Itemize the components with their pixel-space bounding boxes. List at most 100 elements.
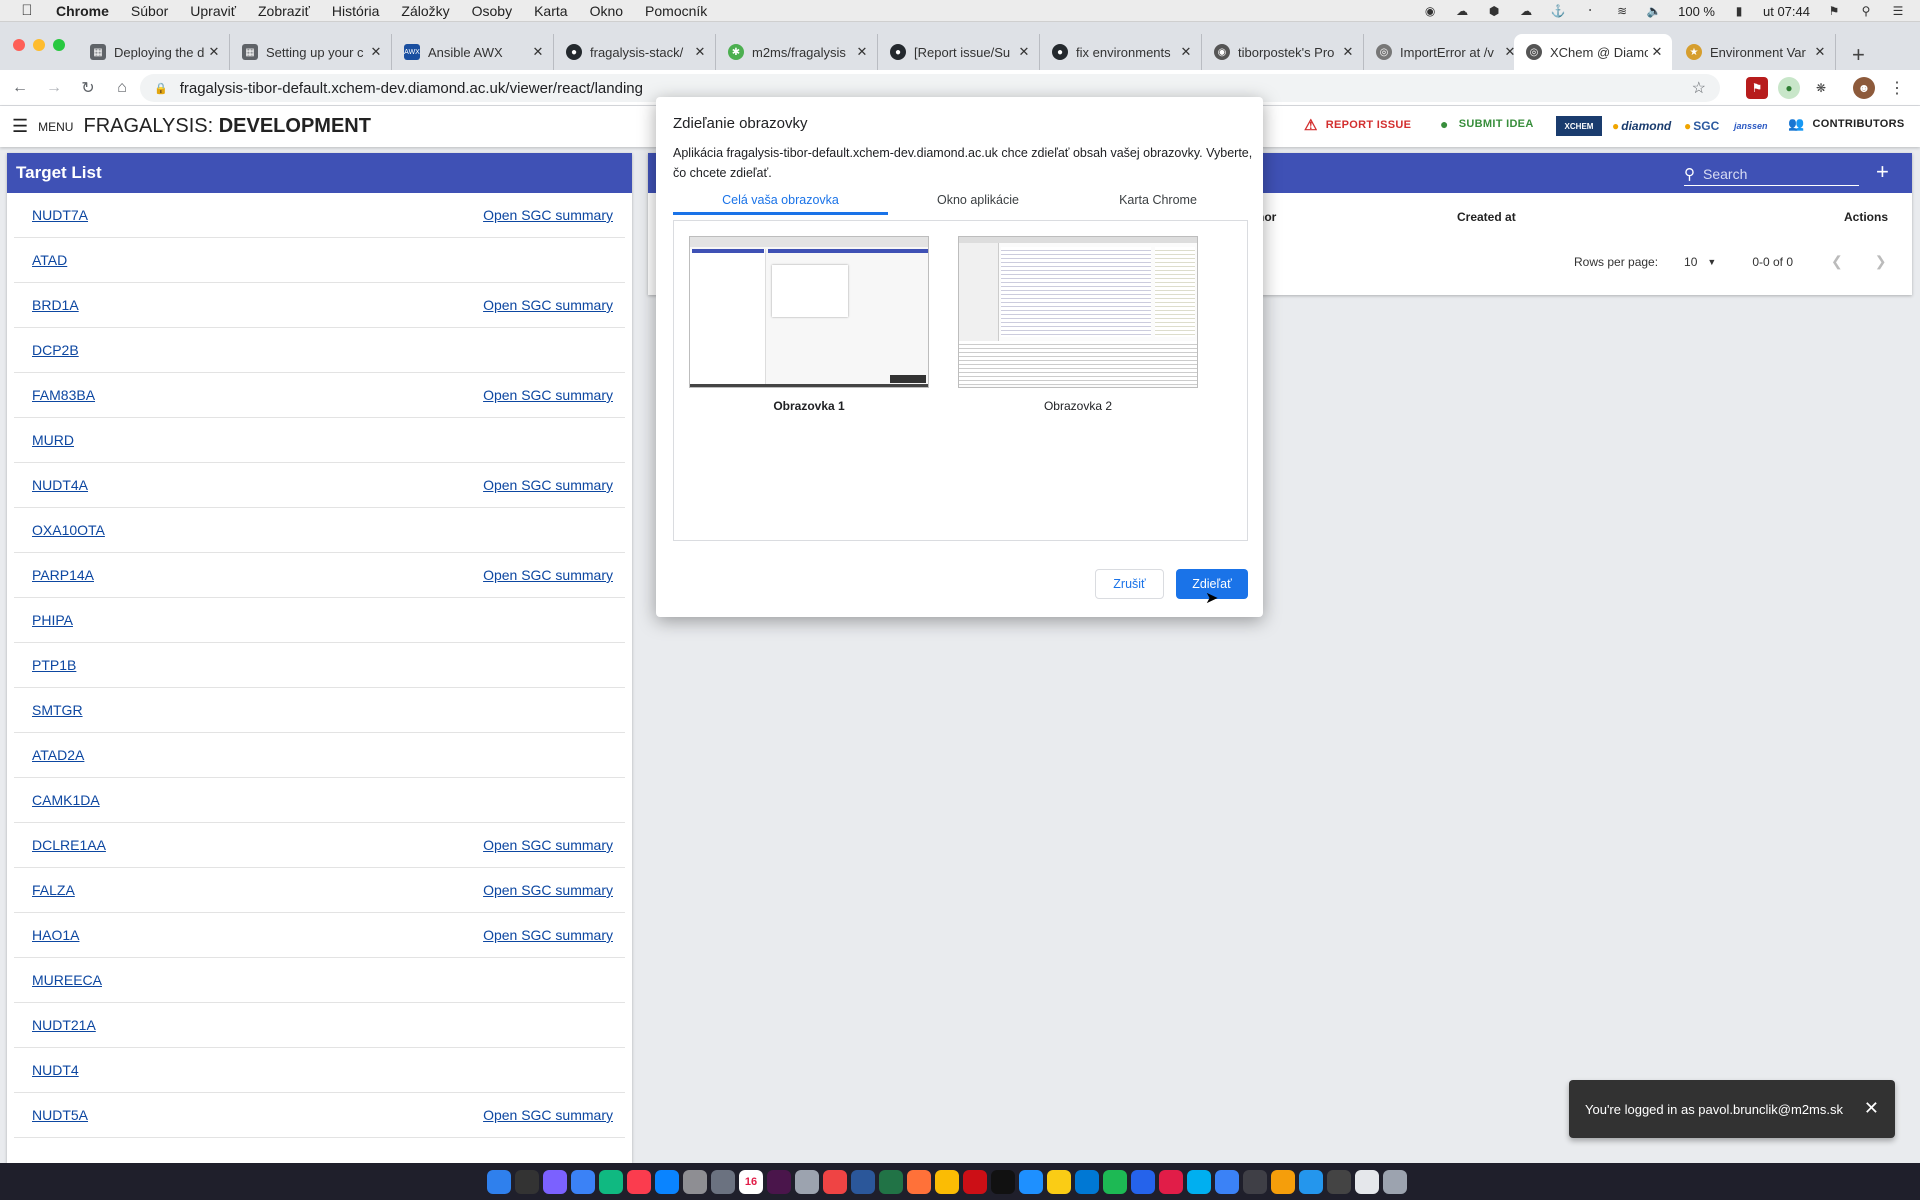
sourcetree-icon[interactable] bbox=[1131, 1170, 1155, 1194]
sequel-icon[interactable] bbox=[1271, 1170, 1295, 1194]
notes-icon[interactable] bbox=[1047, 1170, 1071, 1194]
screen-option-1[interactable]: Obrazovka 1 bbox=[689, 236, 929, 413]
tab-close-icon[interactable]: ✕ bbox=[205, 44, 223, 60]
firefox-icon[interactable] bbox=[907, 1170, 931, 1194]
browser-tab[interactable]: ◎ ImportError at /v ✕ bbox=[1364, 34, 1526, 70]
wifi-icon[interactable]: ≋ bbox=[1614, 4, 1630, 18]
avatar[interactable]: ☻ bbox=[1853, 77, 1875, 99]
vscode-icon[interactable] bbox=[1075, 1170, 1099, 1194]
browser-tab[interactable]: ✱ m2ms/fragalysis ✕ bbox=[716, 34, 878, 70]
diamond-logo[interactable]: ● diamond bbox=[1612, 116, 1671, 136]
lock-icon[interactable]: 🔒 bbox=[154, 82, 168, 95]
bluetooth-icon[interactable]: ᛫ bbox=[1582, 4, 1598, 18]
minimize-window-icon[interactable] bbox=[33, 39, 45, 51]
open-sgc-summary-link[interactable]: Open SGC summary bbox=[483, 297, 613, 313]
target-link[interactable]: OXA10OTA bbox=[32, 522, 105, 538]
shield-icon[interactable]: ◉ bbox=[1422, 4, 1438, 18]
sgc-logo[interactable]: ● SGC bbox=[1684, 116, 1719, 136]
rows-per-page-select[interactable]: 10 ▼ bbox=[1684, 255, 1716, 269]
target-link[interactable]: ATAD2A bbox=[32, 747, 84, 763]
paw-icon[interactable] bbox=[795, 1170, 819, 1194]
search-input[interactable] bbox=[1703, 165, 1843, 182]
menubar-item-people[interactable]: Osoby bbox=[472, 3, 512, 19]
reload-icon[interactable]: ↻ bbox=[74, 74, 102, 102]
battery-percent[interactable]: 100 % bbox=[1678, 4, 1715, 19]
tab-close-icon[interactable]: ✕ bbox=[1339, 44, 1357, 60]
finder-icon[interactable] bbox=[487, 1170, 511, 1194]
cancel-button[interactable]: Zrušiť bbox=[1095, 569, 1164, 599]
target-link[interactable]: SMTGR bbox=[32, 702, 83, 718]
menu-button[interactable]: ☰ MENU bbox=[12, 116, 73, 137]
files-icon[interactable] bbox=[1019, 1170, 1043, 1194]
chevron-right-icon[interactable]: ❯ bbox=[1875, 253, 1887, 270]
target-link[interactable]: HAO1A bbox=[32, 927, 79, 943]
alien-icon[interactable] bbox=[1327, 1170, 1351, 1194]
browser-tab[interactable]: ● fix environments ✕ bbox=[1040, 34, 1202, 70]
open-sgc-summary-link[interactable]: Open SGC summary bbox=[483, 882, 613, 898]
target-link[interactable]: CAMK1DA bbox=[32, 792, 100, 808]
target-link[interactable]: PHIPA bbox=[32, 612, 73, 628]
tab-chrome-tab[interactable]: Karta Chrome bbox=[1068, 189, 1248, 215]
menubar-item-tab[interactable]: Karta bbox=[534, 3, 567, 19]
open-sgc-summary-link[interactable]: Open SGC summary bbox=[483, 477, 613, 493]
forward-icon[interactable]: → bbox=[40, 74, 68, 102]
siri-icon[interactable] bbox=[543, 1170, 567, 1194]
ublock-extension-icon[interactable]: ⚑ bbox=[1746, 77, 1768, 99]
project-search[interactable]: ⚲ bbox=[1684, 162, 1859, 186]
target-link[interactable]: NUDT21A bbox=[32, 1017, 96, 1033]
bookmark-star-icon[interactable]: ☆ bbox=[1692, 78, 1706, 98]
preview-icon[interactable] bbox=[683, 1170, 707, 1194]
extension-icon[interactable]: ● bbox=[1778, 77, 1800, 99]
tab-close-icon[interactable]: ✕ bbox=[1811, 44, 1829, 60]
browser-tab[interactable]: ★ Environment Var ✕ bbox=[1674, 34, 1836, 70]
intellij-icon[interactable] bbox=[1159, 1170, 1183, 1194]
spotify-icon[interactable] bbox=[1103, 1170, 1127, 1194]
volume-icon[interactable]: 🔈 bbox=[1646, 4, 1662, 18]
tab-close-icon[interactable]: ✕ bbox=[1015, 44, 1033, 60]
open-sgc-summary-link[interactable]: Open SGC summary bbox=[483, 387, 613, 403]
target-link[interactable]: NUDT5A bbox=[32, 1107, 88, 1123]
quicktime-icon[interactable] bbox=[1243, 1170, 1267, 1194]
terminal-icon[interactable] bbox=[991, 1170, 1015, 1194]
spotlight-icon[interactable]: ⚲ bbox=[1858, 4, 1874, 18]
browser-tab[interactable]: AWX Ansible AWX ✕ bbox=[392, 34, 554, 70]
system-prefs-icon[interactable] bbox=[711, 1170, 735, 1194]
chevron-left-icon[interactable]: ❮ bbox=[1831, 253, 1843, 270]
target-link[interactable]: NUDT4A bbox=[32, 477, 88, 493]
menubar-clock[interactable]: ut 07:44 bbox=[1763, 4, 1810, 19]
menubar-item-window[interactable]: Okno bbox=[590, 3, 623, 19]
browser-tab-active[interactable]: ◎ XChem @ Diamo ✕ bbox=[1514, 34, 1672, 70]
music-icon[interactable] bbox=[627, 1170, 651, 1194]
more-options-icon[interactable]: ⋮ bbox=[1886, 77, 1908, 99]
tab-close-icon[interactable]: ✕ bbox=[529, 44, 547, 60]
slack-icon[interactable] bbox=[767, 1170, 791, 1194]
target-link[interactable]: DCLRE1AA bbox=[32, 837, 106, 853]
word-icon[interactable] bbox=[851, 1170, 875, 1194]
tab-close-icon[interactable]: ✕ bbox=[1648, 44, 1666, 60]
browser-tab[interactable]: ● fragalysis-stack/ ✕ bbox=[554, 34, 716, 70]
close-window-icon[interactable] bbox=[13, 39, 25, 51]
tab-entire-screen[interactable]: Celá vaša obrazovka bbox=[673, 189, 888, 215]
doc-icon[interactable] bbox=[1355, 1170, 1379, 1194]
skype-icon[interactable] bbox=[1187, 1170, 1211, 1194]
messages-icon[interactable] bbox=[599, 1170, 623, 1194]
bug-extension-icon[interactable]: ❋ bbox=[1810, 77, 1832, 99]
home-icon[interactable]: ⌂ bbox=[108, 74, 136, 102]
target-link[interactable]: FAM83BA bbox=[32, 387, 95, 403]
battery-icon[interactable]: ▮ bbox=[1731, 4, 1747, 18]
browser-tab[interactable]: ● [Report issue/Su ✕ bbox=[878, 34, 1040, 70]
menubar-item-history[interactable]: História bbox=[332, 3, 379, 19]
flag-icon[interactable]: ⚑ bbox=[1826, 4, 1842, 18]
lens-icon[interactable] bbox=[1215, 1170, 1239, 1194]
control-center-icon[interactable]: ☰ bbox=[1890, 4, 1906, 18]
tab-close-icon[interactable]: ✕ bbox=[1177, 44, 1195, 60]
launchpad-icon[interactable] bbox=[571, 1170, 595, 1194]
menubar-item-edit[interactable]: Upraviť bbox=[190, 3, 236, 19]
opera-icon[interactable] bbox=[963, 1170, 987, 1194]
target-link[interactable]: PTP1B bbox=[32, 657, 76, 673]
target-link[interactable]: DCP2B bbox=[32, 342, 79, 358]
docker-icon[interactable]: ⚓ bbox=[1550, 4, 1566, 18]
browser-tab[interactable]: ◉ tiborpostek's Pro ✕ bbox=[1202, 34, 1364, 70]
target-link[interactable]: FALZA bbox=[32, 882, 75, 898]
open-sgc-summary-link[interactable]: Open SGC summary bbox=[483, 567, 613, 583]
